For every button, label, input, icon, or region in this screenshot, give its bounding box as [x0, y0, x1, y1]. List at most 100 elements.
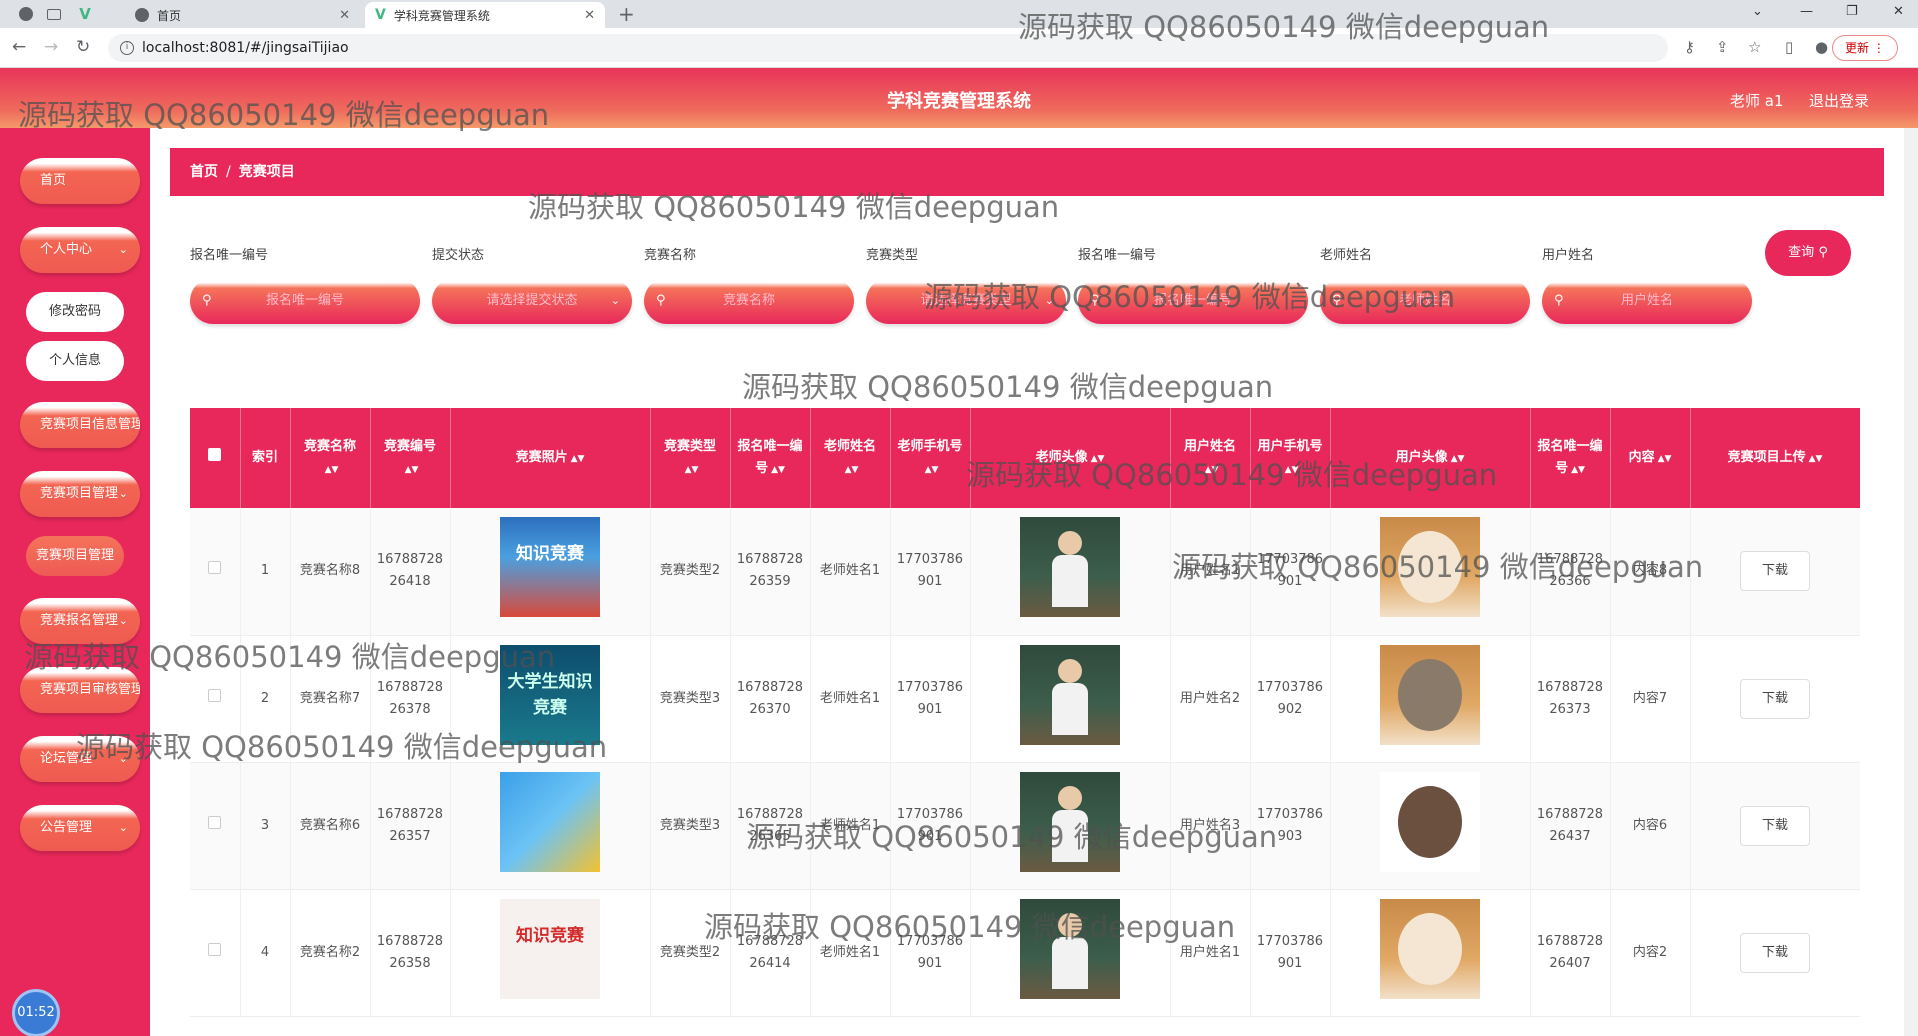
column-header[interactable]: 竞赛编号 ▲▼	[370, 408, 451, 508]
pinned-tab-page-icon[interactable]	[42, 0, 66, 28]
filter-user-name-input[interactable]: ⚲ 用户姓名	[1542, 278, 1752, 324]
teacher-avatar-image[interactable]	[1020, 771, 1120, 872]
user-avatar-image[interactable]	[1380, 517, 1480, 618]
table-row[interactable]: 3 竞赛名称6 1678872826357 竞赛类型3 1678872826365 老师姓…	[190, 762, 1860, 890]
pinned-tab-github-icon[interactable]	[14, 0, 38, 28]
sidebar-item-competition-manage-sub[interactable]: 竞赛项目管理	[26, 536, 124, 576]
column-header[interactable]: 报名唯一编号 ▲▼	[730, 408, 811, 508]
profile-icon[interactable]: ●	[1815, 38, 1828, 56]
sort-icon[interactable]: ▲▼	[1658, 454, 1672, 464]
restore-icon[interactable]: ❐	[1846, 4, 1858, 19]
share-icon[interactable]: ⇪	[1716, 38, 1729, 56]
download-button[interactable]: 下载	[1740, 551, 1810, 592]
sort-icon[interactable]: ▲▼	[925, 465, 939, 475]
tab-search-chevron-icon[interactable]: ⌄	[1752, 4, 1763, 19]
sort-icon[interactable]: ▲▼	[1571, 465, 1585, 475]
sort-icon[interactable]: ▲▼	[1285, 465, 1299, 475]
row-checkbox[interactable]	[190, 889, 241, 1017]
column-header[interactable]: 用户姓名 ▲▼	[1170, 408, 1251, 508]
column-header[interactable]: 竞赛名称 ▲▼	[290, 408, 371, 508]
pinned-tab-vue-icon[interactable]: V	[73, 0, 97, 28]
download-button[interactable]: 下载	[1740, 932, 1810, 973]
minimize-icon[interactable]: —	[1800, 4, 1813, 19]
sidebar-item-change-password[interactable]: 修改密码	[26, 292, 124, 332]
filter-competition-name-input[interactable]: ⚲ 竞赛名称	[644, 278, 854, 324]
close-window-icon[interactable]: ✕	[1893, 4, 1904, 19]
column-header[interactable]: 报名唯一编号 ▲▼	[1530, 408, 1611, 508]
address-bar[interactable]: i localhost:8081/#/jingsaiTijiao	[108, 34, 1668, 62]
side-panel-icon[interactable]: ▯	[1785, 38, 1793, 56]
page-scrollbar[interactable]	[1904, 128, 1918, 1036]
key-icon[interactable]: ⚷	[1684, 38, 1695, 56]
sidebar-item-competition-info[interactable]: 竞赛项目信息管理	[20, 402, 140, 448]
sort-icon[interactable]: ▲▼	[571, 454, 585, 464]
sidebar-item-personal-info[interactable]: 个人信息	[26, 341, 124, 381]
competition-photo-image[interactable]: 大学生知识竞赛	[500, 644, 600, 745]
back-icon[interactable]: ←	[12, 37, 26, 57]
sort-icon[interactable]: ▲▼	[1451, 454, 1465, 464]
sort-icon[interactable]: ▲▼	[1205, 465, 1219, 475]
column-header[interactable]: 老师姓名 ▲▼	[810, 408, 891, 508]
column-header[interactable]: 用户手机号 ▲▼	[1250, 408, 1331, 508]
download-button[interactable]: 下载	[1740, 805, 1810, 846]
reload-icon[interactable]: ↻	[76, 37, 90, 57]
forward-icon[interactable]: →	[44, 37, 58, 57]
bookmark-star-icon[interactable]: ☆	[1748, 38, 1761, 56]
sidebar-item-notice[interactable]: 公告管理 ⌄	[20, 805, 140, 851]
site-info-icon[interactable]: i	[120, 41, 134, 55]
sidebar-item-personal-center[interactable]: 个人中心 ⌄	[20, 227, 140, 273]
filter-teacher-name-input[interactable]: ⚲ 老师姓名	[1320, 278, 1530, 324]
sidebar-item-registration[interactable]: 竞赛报名管理 ⌄	[20, 598, 140, 644]
table-row[interactable]: 1 竞赛名称8 1678872826418 知识竞赛 竞赛类型2 167887282635…	[190, 508, 1860, 636]
sort-icon[interactable]: ▲▼	[685, 465, 699, 475]
sort-icon[interactable]: ▲▼	[845, 465, 859, 475]
column-header[interactable]: 索引	[240, 408, 291, 508]
query-button[interactable]: 查询 ⚲	[1765, 230, 1851, 276]
sidebar-item-home[interactable]: 首页	[20, 158, 140, 204]
competition-photo-image[interactable]: 知识竞赛	[500, 898, 600, 999]
update-button[interactable]: 更新 ⋮	[1832, 35, 1898, 61]
column-header[interactable]: 竞赛项目上传 ▲▼	[1690, 408, 1860, 508]
sidebar-item-forum[interactable]: 论坛管理 ⌄	[20, 736, 140, 782]
user-avatar-image[interactable]	[1380, 898, 1480, 999]
sort-icon[interactable]: ▲▼	[1809, 454, 1823, 464]
browser-tab-active[interactable]: V 学科竞赛管理系统 ✕	[365, 2, 605, 28]
filter-registration-id-input-2[interactable]: ⚲ 报名唯一编号	[1078, 278, 1308, 324]
column-header[interactable]: 竞赛照片 ▲▼	[450, 408, 651, 508]
sidebar-item-competition-manage[interactable]: 竞赛项目管理 ⌄	[20, 471, 140, 517]
new-tab-icon[interactable]: +	[618, 2, 635, 26]
filter-competition-type-select[interactable]: 请选择竞赛类型 ⌄	[866, 278, 1066, 324]
column-header[interactable]: 竞赛类型 ▲▼	[650, 408, 731, 508]
logout-link[interactable]: 退出登录	[1809, 90, 1869, 111]
clock-badge[interactable]: 01:52	[12, 989, 60, 1036]
sidebar-item-review[interactable]: 竞赛项目审核管理	[20, 667, 140, 713]
filter-registration-id-input[interactable]: ⚲ 报名唯一编号	[190, 278, 420, 324]
download-button[interactable]: 下载	[1740, 678, 1810, 719]
teacher-avatar-image[interactable]	[1020, 517, 1120, 618]
sort-icon[interactable]: ▲▼	[325, 465, 339, 475]
sort-icon[interactable]: ▲▼	[771, 465, 785, 475]
competition-photo-image[interactable]	[500, 771, 600, 872]
column-header[interactable]: 内容 ▲▼	[1610, 408, 1691, 508]
row-checkbox[interactable]	[190, 508, 241, 636]
competition-photo-image[interactable]: 知识竞赛	[500, 517, 600, 618]
user-avatar-image[interactable]	[1380, 771, 1480, 872]
sort-icon[interactable]: ▲▼	[405, 465, 419, 475]
select-all-checkbox[interactable]	[190, 408, 241, 508]
browser-tab-home[interactable]: 首页 ✕	[125, 2, 360, 28]
row-checkbox[interactable]	[190, 635, 241, 763]
table-row[interactable]: 2 竞赛名称7 1678872826378 大学生知识竞赛 竞赛类型3 167887282…	[190, 635, 1860, 763]
close-tab-icon[interactable]: ✕	[584, 8, 595, 23]
teacher-avatar-image[interactable]	[1020, 644, 1120, 745]
teacher-avatar-image[interactable]	[1020, 898, 1120, 999]
column-header[interactable]: 用户头像 ▲▼	[1330, 408, 1531, 508]
close-tab-icon[interactable]: ✕	[339, 8, 350, 23]
column-header[interactable]: 老师头像 ▲▼	[970, 408, 1171, 508]
table-row[interactable]: 4 竞赛名称2 1678872826358 知识竞赛 竞赛类型2 167887282641…	[190, 889, 1860, 1017]
user-avatar-image[interactable]	[1380, 644, 1480, 745]
filter-submit-status-select[interactable]: 请选择提交状态 ⌄	[432, 278, 632, 324]
column-header[interactable]: 老师手机号 ▲▼	[890, 408, 971, 508]
breadcrumb-home[interactable]: 首页	[190, 164, 218, 180]
row-checkbox[interactable]	[190, 762, 241, 890]
sort-icon[interactable]: ▲▼	[1091, 454, 1105, 464]
